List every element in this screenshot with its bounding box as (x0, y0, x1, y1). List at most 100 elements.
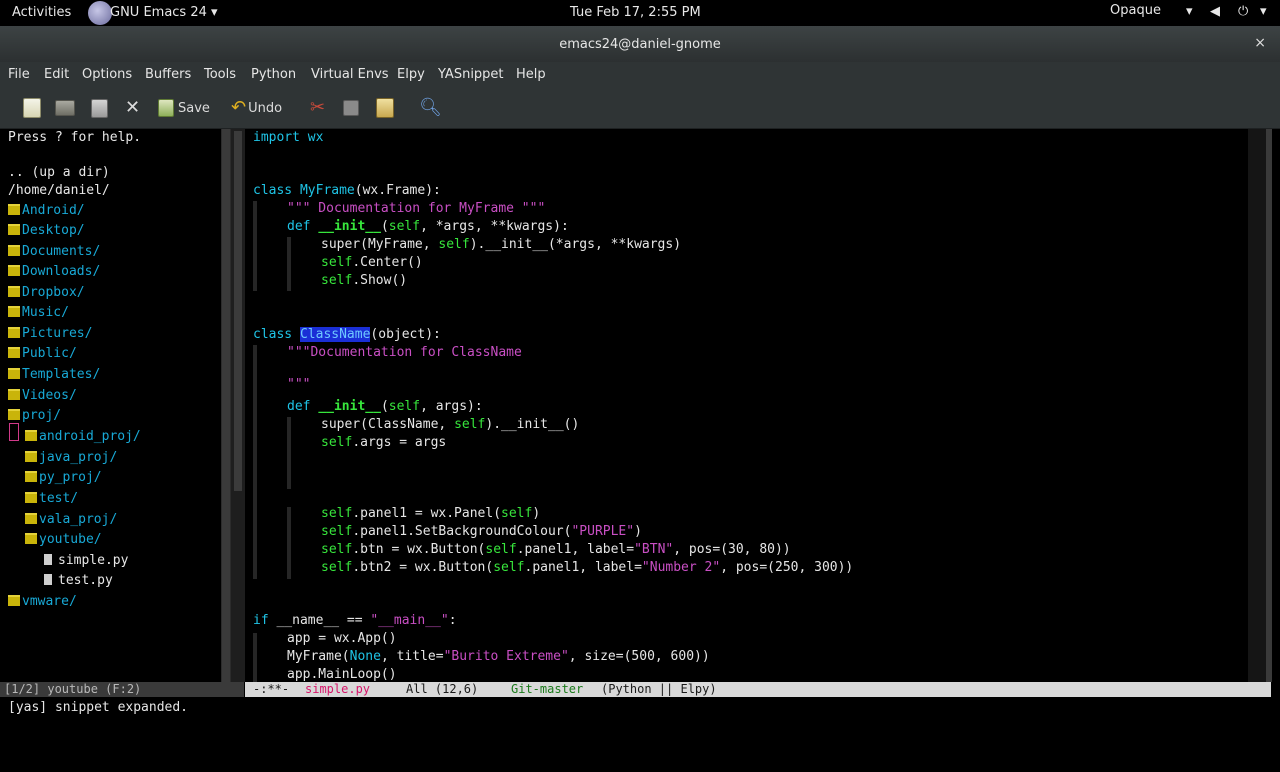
help-hint: Press ? for help. (8, 130, 142, 145)
new-file-button[interactable] (23, 97, 41, 119)
highlighted-class-name: ClassName (299, 327, 371, 342)
close-window-button[interactable]: × (1254, 35, 1266, 51)
folder-icon (25, 513, 37, 524)
dir-entry[interactable]: java_proj/ (25, 449, 117, 467)
code-line: app = wx.App() (287, 631, 397, 646)
folder-icon (8, 245, 20, 256)
menu-edit[interactable]: Edit (44, 67, 69, 82)
dir-entry[interactable]: vmware/ (8, 593, 77, 611)
code-line: self.btn2 = wx.Button(self.panel1, label… (321, 560, 854, 575)
modeline-position: All (12,6) (406, 682, 479, 696)
code-line: import wx (253, 129, 323, 147)
dir-entry[interactable]: py_proj/ (25, 469, 102, 487)
up-dir-link[interactable]: .. (up a dir) (8, 164, 110, 182)
power-icon[interactable]: ⏻ (1238, 4, 1248, 19)
folder-icon (8, 368, 20, 379)
document-icon (91, 98, 108, 118)
scrollbar-thumb[interactable] (222, 129, 230, 682)
clock[interactable]: Tue Feb 17, 2:55 PM (570, 5, 701, 20)
undo-label: Undo (248, 100, 283, 116)
undo-icon: ↶ (231, 97, 247, 118)
editor-scrollbar[interactable] (1248, 129, 1272, 682)
menu-elpy[interactable]: Elpy (397, 67, 425, 82)
folder-open-icon (55, 100, 75, 116)
menu-yasnippet[interactable]: YASnippet (438, 67, 504, 82)
menubar: File Edit Options Buffers Tools Python V… (0, 62, 1280, 88)
copy-icon (343, 100, 359, 116)
folder-icon (8, 409, 20, 420)
activities-button[interactable]: Activities (12, 5, 71, 20)
code-line: super(MyFrame, self).__init__(*args, **k… (321, 237, 682, 252)
code-line: if __name__ == "__main__": (253, 613, 457, 628)
modeline-git-branch[interactable]: Git-master (511, 682, 583, 697)
toolbar: ✕ Save ↶ Undo ✂ 🔍︎ (0, 88, 1280, 129)
modeline-file-tree: [1/2] youtube (F:2) (0, 682, 244, 697)
dir-entry[interactable]: Music/ (8, 304, 69, 322)
open-directory-button[interactable] (55, 97, 75, 119)
menu-virtual-envs[interactable]: Virtual Envs (311, 67, 389, 82)
dir-entry[interactable]: Desktop/ (8, 222, 85, 240)
folder-icon (8, 327, 20, 338)
code-line: self.Show() (321, 273, 408, 288)
dir-entry[interactable]: Downloads/ (8, 263, 100, 281)
copy-button[interactable] (343, 97, 359, 119)
window-divider[interactable] (231, 129, 245, 682)
folder-icon (8, 224, 20, 235)
code-line: def __init__(self, *args, **kwargs): (287, 219, 569, 234)
window-title: emacs24@daniel-gnome (559, 37, 721, 52)
minibuffer[interactable]: [yas] snippet expanded. (0, 697, 1280, 720)
current-directory: /home/daniel/ (8, 183, 110, 198)
menu-options[interactable]: Options (82, 67, 132, 82)
folder-icon (8, 306, 20, 317)
dir-entry[interactable]: vala_proj/ (25, 511, 117, 529)
folder-icon (8, 286, 20, 297)
scrollbar-thumb[interactable] (1266, 129, 1272, 682)
file-icon (44, 574, 52, 585)
dir-entry[interactable]: android_proj/ (25, 428, 141, 446)
folder-icon (8, 204, 20, 215)
dir-entry[interactable]: Dropbox/ (8, 284, 85, 302)
folder-icon (8, 347, 20, 358)
dir-entry[interactable]: youtube/ (25, 531, 102, 549)
code-line: class MyFrame(wx.Frame): (253, 183, 441, 198)
file-entry[interactable]: test.py (44, 572, 113, 590)
dir-entry[interactable]: Pictures/ (8, 325, 92, 343)
undo-button[interactable]: ↶ Undo (231, 97, 282, 119)
dir-entry[interactable]: test/ (25, 490, 78, 508)
menu-python[interactable]: Python (251, 67, 296, 82)
folder-icon (25, 492, 37, 503)
menu-file[interactable]: File (8, 67, 30, 82)
menu-buffers[interactable]: Buffers (145, 67, 191, 82)
code-editor[interactable]: import wx class MyFrame(wx.Frame): """ D… (245, 129, 1248, 682)
app-menu[interactable]: GNU Emacs 24 ▾ (110, 5, 218, 20)
scrollbar-thumb[interactable] (234, 131, 242, 491)
code-line: self.args = args (321, 435, 447, 450)
dir-entry[interactable]: Android/ (8, 202, 85, 220)
code-line: """Documentation for ClassName (287, 345, 522, 360)
indent-guide (287, 417, 291, 489)
theme-label[interactable]: Opaque (1110, 3, 1161, 18)
chevron-down-icon[interactable]: ▾ (1260, 4, 1267, 19)
menu-help[interactable]: Help (516, 67, 546, 82)
close-buffer-file-button[interactable] (91, 97, 108, 119)
paste-button[interactable] (376, 97, 394, 119)
modeline-major-modes[interactable]: (Python || Elpy) (601, 682, 717, 697)
file-icon (44, 554, 52, 565)
window-titlebar: emacs24@daniel-gnome × (0, 26, 1280, 62)
dir-entry[interactable]: Templates/ (8, 366, 100, 384)
modeline-buffer-name[interactable]: simple.py (305, 682, 370, 697)
volume-icon[interactable]: ◀ (1210, 4, 1220, 19)
save-button[interactable]: Save (158, 97, 210, 119)
indent-guide (287, 237, 291, 291)
kill-buffer-button[interactable]: ✕ (125, 97, 140, 119)
menu-tools[interactable]: Tools (204, 67, 236, 82)
dir-entry[interactable]: Videos/ (8, 387, 77, 405)
network-icon[interactable]: ▾ (1186, 4, 1193, 19)
search-button[interactable]: 🔍︎ (419, 97, 442, 119)
file-entry[interactable]: simple.py (44, 552, 128, 570)
code-line: self.panel1.SetBackgroundColour("PURPLE"… (321, 524, 642, 539)
file-tree-scrollbar[interactable] (221, 129, 231, 682)
dir-entry[interactable]: Documents/ (8, 243, 100, 261)
dir-entry[interactable]: Public/ (8, 345, 77, 363)
cut-button[interactable]: ✂ (310, 97, 325, 119)
